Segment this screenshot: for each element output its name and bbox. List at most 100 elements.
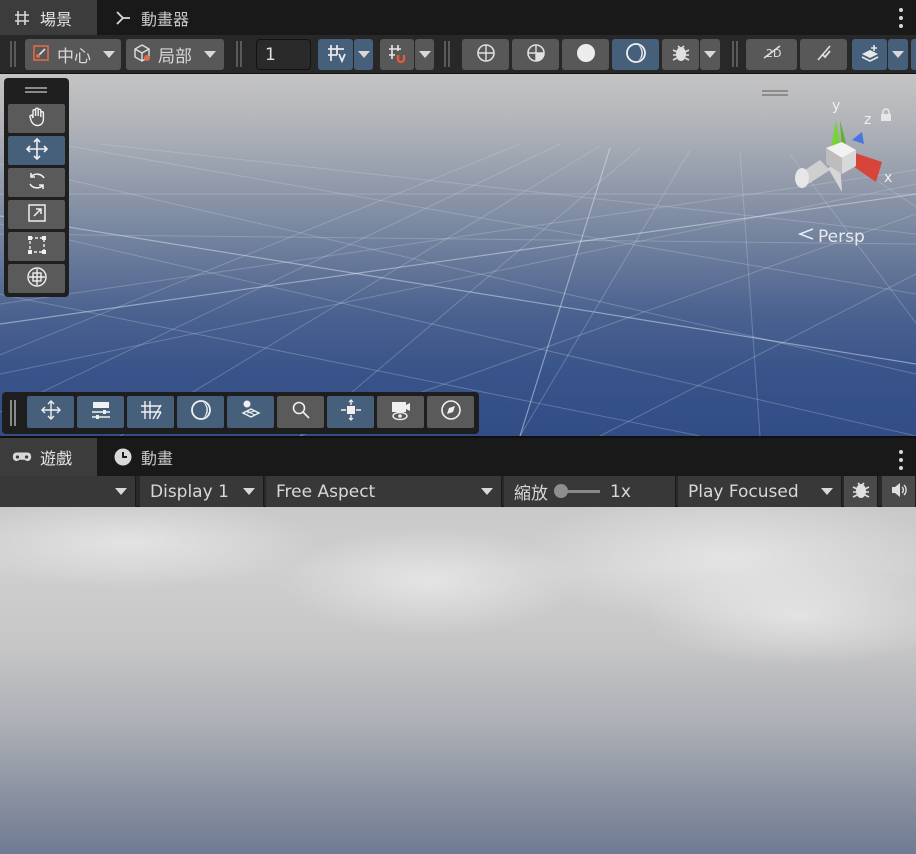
shading-shaded-wireframe-button[interactable] (512, 39, 559, 70)
move-overlay-button[interactable] (27, 396, 74, 428)
aspect-dropdown[interactable]: Free Aspect (266, 476, 502, 507)
shading-unlit-button[interactable] (562, 39, 609, 70)
align-icon (89, 398, 113, 426)
mute-audio-button[interactable] (882, 476, 916, 507)
toolbar-grip[interactable] (732, 41, 738, 67)
grid-options-dropdown[interactable] (354, 39, 373, 70)
chevron-down-icon (243, 488, 255, 495)
tab-animation[interactable]: 動畫 (101, 438, 185, 476)
tab-game[interactable]: 遊戲 (0, 438, 97, 476)
shaded-wireframe-sphere-icon (525, 42, 547, 68)
pivot-gizmo-icon (339, 398, 363, 426)
layers-icon (859, 42, 881, 68)
perspective-toggle[interactable]: Persp (797, 226, 865, 247)
play-mode-dropdown[interactable]: Play Focused (678, 476, 842, 507)
shading-lit-button[interactable] (612, 39, 659, 70)
camera-mode-label: Persp (818, 226, 865, 247)
display-label: Display 1 (150, 481, 229, 502)
svg-text:2D: 2D (766, 47, 781, 60)
game-stats-button[interactable] (844, 476, 878, 507)
transform-tool-button[interactable] (8, 264, 65, 293)
animator-icon (113, 8, 133, 28)
2d-icon: 2D (760, 42, 784, 68)
align-overlay-button[interactable] (77, 396, 124, 428)
camera-overlay-button[interactable] (377, 396, 424, 428)
speaker-icon (889, 480, 909, 504)
bug-icon (850, 479, 872, 505)
zoom-control: 縮放 1x (504, 476, 676, 507)
move-arrows-icon (39, 398, 63, 426)
grid-visibility-button[interactable] (318, 39, 353, 70)
scale-tool-button[interactable] (8, 200, 65, 229)
clock-icon (113, 447, 133, 467)
probe-overlay-button[interactable] (227, 396, 274, 428)
navigation-overlay-button[interactable] (427, 396, 474, 428)
chevron-down-icon (204, 51, 216, 58)
gizmo-y-label: y (832, 98, 840, 114)
bug-icon (670, 42, 692, 68)
chevron-down-icon (357, 51, 370, 58)
toolbar-grip[interactable] (236, 41, 242, 67)
scene-more-icon[interactable] (898, 8, 904, 28)
grid-snap-icon (386, 42, 408, 68)
zoom-value: 1x (610, 481, 631, 502)
grid-icon (12, 8, 32, 28)
gizmo-drag-handle[interactable] (762, 90, 788, 96)
pivot-overlay-button[interactable] (327, 396, 374, 428)
lock-icon[interactable] (880, 108, 892, 122)
grid-snap-button[interactable] (380, 39, 414, 70)
panel-drag-handle[interactable] (25, 87, 47, 93)
camera-eye-icon (389, 398, 413, 426)
zoom-slider[interactable] (554, 484, 600, 498)
debug-draw-mode-button[interactable] (662, 39, 699, 70)
chevron-down-icon (704, 51, 716, 58)
toolbar-grip[interactable] (444, 41, 450, 67)
toggle-2d-button[interactable]: 2D (746, 39, 797, 70)
rotate-tool-button[interactable] (8, 168, 65, 197)
tab-scene[interactable]: 場景 (0, 0, 97, 35)
search-overlay-button[interactable] (277, 396, 324, 428)
aspect-label: Free Aspect (276, 481, 376, 502)
space-mode-dropdown[interactable]: 局部 (126, 39, 224, 70)
move-tool-button[interactable] (8, 136, 65, 165)
snap-grid-icon (139, 398, 163, 426)
effects-options-dropdown[interactable] (888, 39, 908, 70)
display-dropdown[interactable]: Display 1 (140, 476, 264, 507)
grid-size-field[interactable]: 1 (256, 39, 311, 70)
rotate-icon (25, 169, 49, 197)
debug-options-dropdown[interactable] (700, 39, 720, 70)
hand-tool-button[interactable] (8, 104, 65, 133)
pivot-mode-dropdown[interactable]: 中心 (25, 39, 121, 70)
scene-effects-button[interactable] (852, 39, 887, 70)
lit-sphere-icon (625, 42, 647, 68)
scene-toolbar: 中心 局部 1 2D (0, 35, 916, 74)
shading-wireframe-button[interactable] (462, 39, 509, 70)
zoom-slider-knob[interactable] (554, 484, 568, 498)
chevron-down-icon (821, 488, 833, 495)
tab-animator[interactable]: 動畫器 (101, 0, 201, 35)
search-icon (290, 399, 312, 425)
scene-view[interactable]: y z x Persp (0, 74, 916, 436)
snapping-overlay-button[interactable] (127, 396, 174, 428)
grid-toggle-icon (325, 42, 347, 68)
cloud (280, 527, 580, 637)
light-off-icon (813, 42, 835, 68)
overflow-button[interactable] (911, 39, 916, 70)
rect-tool-button[interactable] (8, 232, 65, 261)
gizmo-x-label: x (884, 170, 892, 186)
toggle-lighting-button[interactable] (800, 39, 847, 70)
gamepad-icon (12, 447, 32, 467)
toolbar-grip[interactable] (10, 41, 16, 67)
transform-tools-panel (4, 78, 69, 297)
tab-animation-label: 動畫 (141, 449, 174, 468)
lighting-overlay-button[interactable] (177, 396, 224, 428)
chevron-down-icon (892, 51, 904, 58)
game-more-icon[interactable] (898, 450, 904, 470)
rect-transform-icon (26, 234, 48, 260)
game-view[interactable] (0, 507, 916, 854)
wireframe-sphere-icon (475, 42, 497, 68)
snap-options-dropdown[interactable] (415, 39, 434, 70)
gizmo-z-label: z (864, 112, 871, 128)
game-view-type-dropdown[interactable] (0, 476, 136, 507)
overlay-toolbar-grip[interactable] (10, 400, 16, 426)
